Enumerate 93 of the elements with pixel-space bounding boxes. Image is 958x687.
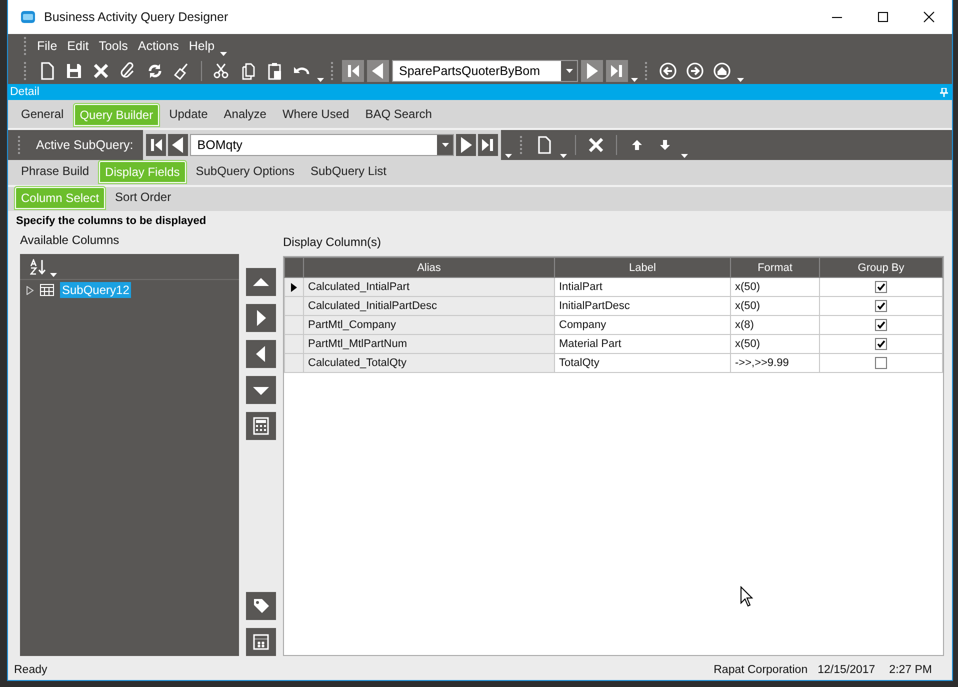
tab[interactable]: Where Used [275,103,356,125]
dropdown-icon [566,69,572,73]
table-cell: IntialPart [559,281,602,293]
panel-title: Detail [10,86,40,98]
checkbox[interactable] [875,319,887,332]
caret-icon[interactable] [737,78,744,82]
maximize-icon [877,11,889,23]
add-button[interactable] [246,304,276,332]
first-button[interactable] [342,60,364,82]
last-button[interactable] [478,134,498,156]
company-name: Rapat Corporation [714,664,808,676]
tag-icon [251,596,271,616]
row-header[interactable] [284,278,304,296]
tag-button[interactable] [246,592,276,620]
menu-item[interactable]: Tools [94,39,133,53]
next-button[interactable] [581,60,603,82]
table-cell: TotalQty [559,357,600,369]
tab[interactable]: BAQ Search [358,103,439,125]
last-button[interactable] [606,60,628,82]
table-cell: PartMtl_Company [308,319,396,331]
subquery-combo[interactable]: BOMqty [190,134,454,156]
section-title: Available Columns [20,233,120,247]
menu-item[interactable]: Actions [132,39,184,53]
caret-icon[interactable] [50,273,57,277]
status-time: 2:27 PM [889,664,932,676]
table-cell: Calculated_InitialPartDesc [308,300,438,312]
caret-icon[interactable] [631,78,638,82]
next-button[interactable] [456,134,476,156]
arrow-right-icon [685,61,705,81]
checkbox[interactable] [875,281,887,294]
status-text: Ready [14,664,48,676]
instruction-text: Specify the columns to be displayed [16,215,208,227]
calculator-icon [251,416,271,436]
pin-icon[interactable] [940,88,948,96]
table-cell: InitialPartDesc [559,300,630,312]
arrow-left-icon [658,61,678,81]
table-cell: x(50) [735,300,760,312]
tab[interactable]: Update [162,103,215,125]
save-icon [64,61,84,81]
previous-button[interactable] [367,60,389,82]
mouse-cursor-icon [740,586,754,608]
table-icon [40,284,54,296]
checkbox[interactable] [875,300,887,312]
menu-item[interactable]: Edit [62,39,94,53]
table-cell: x(8) [735,319,754,331]
checkbox[interactable] [875,357,887,370]
caret-icon[interactable] [220,52,227,56]
column-header[interactable]: Alias [417,262,441,274]
remove-button[interactable] [246,340,276,368]
section-title: Display Column(s) [283,235,382,249]
table-cell: Material Part [559,338,622,350]
scissors-icon [211,61,231,81]
arrow-up-icon [631,139,644,151]
grid-icon [251,632,271,652]
tab[interactable]: Phrase Build [14,160,96,182]
window-title: Business Activity Query Designer [44,10,228,24]
table-cell: PartMtl_MtlPartNum [308,338,408,350]
tab[interactable]: General [14,103,71,125]
tab[interactable]: SubQuery Options [188,160,302,182]
home-icon [712,61,732,81]
grid-button[interactable] [246,628,276,656]
menu-item[interactable]: File [32,39,62,53]
checkbox[interactable] [875,338,887,350]
table-cell: x(50) [735,281,760,293]
x-icon [91,61,111,81]
previous-button[interactable] [168,134,188,156]
row-pointer-icon [291,282,297,292]
column-header[interactable]: Label [629,262,656,274]
table-cell: x(50) [735,338,760,350]
tab[interactable]: SubQuery List [303,160,394,182]
app-icon [20,10,36,24]
status-date: 12/15/2017 [818,664,876,676]
table-cell: Calculated_IntialPart [308,281,410,293]
calculator-button[interactable] [246,412,276,440]
query-combo[interactable]: SparePartsQuoterByBom [392,60,578,82]
close-icon [923,11,935,23]
move-up-button[interactable] [246,268,276,296]
expander-icon[interactable] [26,286,34,294]
first-button[interactable] [146,134,166,156]
tab[interactable]: Sort Order [108,186,178,208]
sort-icon[interactable] [30,258,48,274]
caret-icon[interactable] [681,154,688,158]
arrow-down-icon [659,139,672,151]
table-cell: ->>,>>9.99 [735,357,789,369]
table-cell: Calculated_TotalQty [308,357,406,369]
caret-icon[interactable] [317,78,324,82]
menu-item[interactable]: Help [184,39,220,53]
caret-icon[interactable] [560,154,568,158]
table-cell: Company [559,319,606,331]
dropdown-icon [442,143,449,147]
move-down-button[interactable] [246,376,276,404]
caret-icon[interactable] [505,154,512,158]
tab[interactable]: Analyze [216,103,274,125]
